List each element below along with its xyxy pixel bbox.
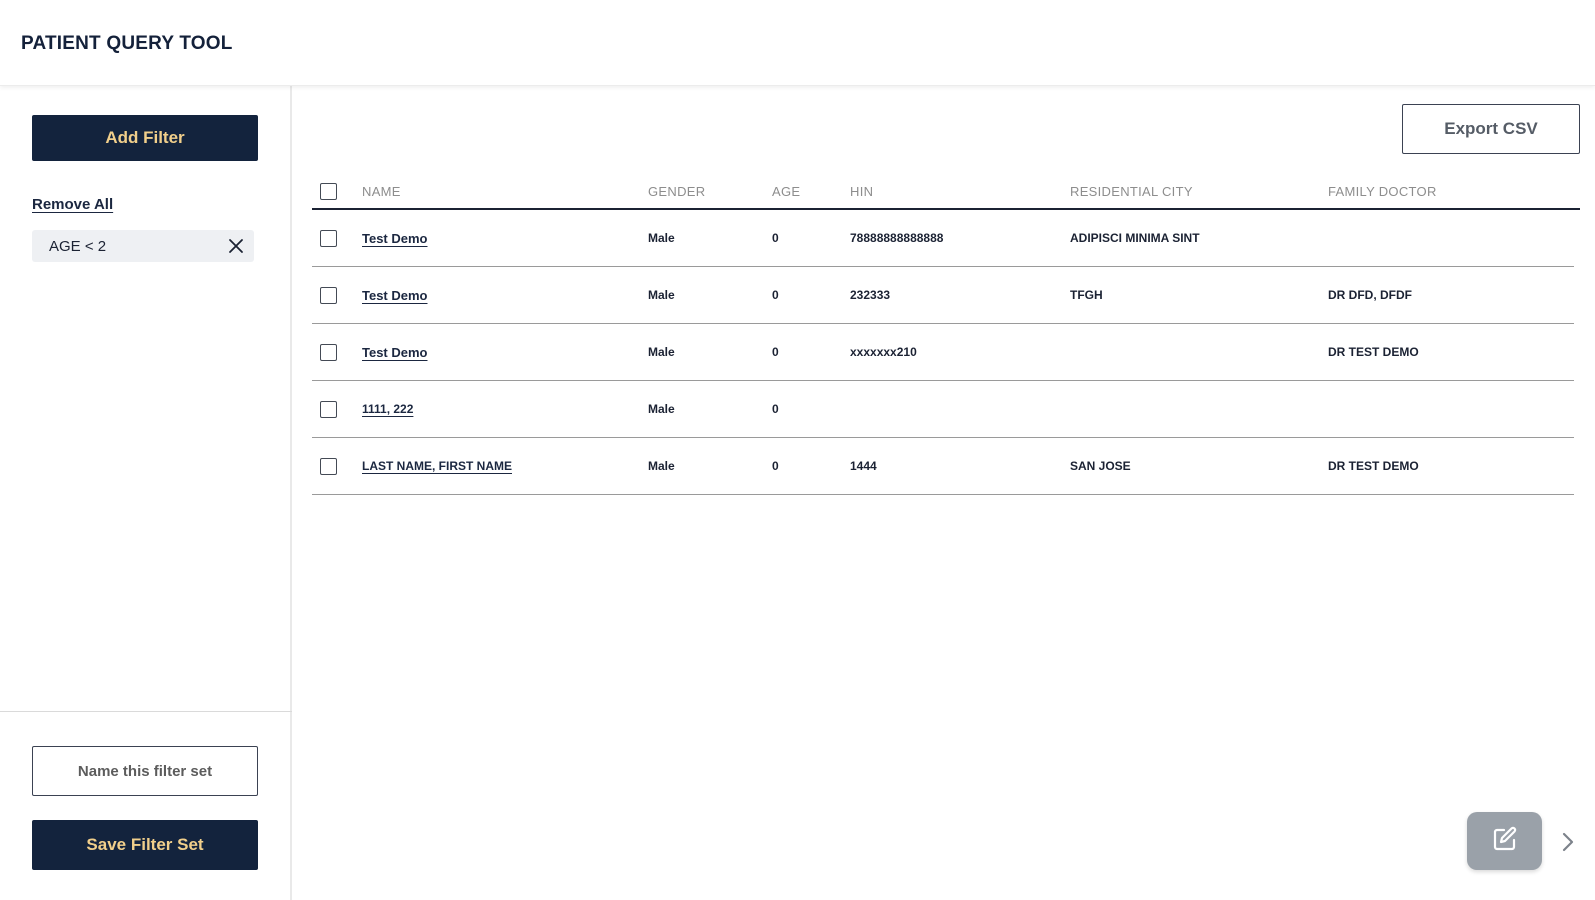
row-checkbox-cell xyxy=(320,438,337,494)
doctor-cell: DR TEST DEMO xyxy=(1328,345,1419,359)
hin-cell: xxxxxxx210 xyxy=(850,345,917,359)
page-title: PATIENT QUERY TOOL xyxy=(21,33,233,54)
patient-name-link[interactable]: Test Demo xyxy=(362,345,428,360)
age-cell: 0 xyxy=(772,459,779,473)
table-row: Test Demo Male 0 xxxxxxx210 DR TEST DEMO xyxy=(312,324,1574,381)
edit-icon xyxy=(1490,824,1520,859)
hin-cell: 232333 xyxy=(850,288,891,302)
row-checkbox-cell xyxy=(320,381,337,437)
row-checkbox[interactable] xyxy=(320,400,337,418)
filter-chip: AGE < 2 xyxy=(32,230,254,262)
name-cell: 1111, 222 xyxy=(362,381,413,437)
hin-cell: 78888888888888 xyxy=(850,231,944,245)
header-checkbox-cell xyxy=(320,176,337,206)
age-cell: 0 xyxy=(772,345,779,359)
results-panel: Export CSV NAME GENDER AGE HIN RESIDENTI… xyxy=(292,86,1595,900)
sidebar-divider xyxy=(0,711,292,712)
doctor-cell: DR DFD, DFDF xyxy=(1328,288,1412,302)
doctor-cell: DR TEST DEMO xyxy=(1328,459,1419,473)
gender-cell: Male xyxy=(648,345,675,359)
column-header-family-doctor[interactable]: FAMILY DOCTOR xyxy=(1328,176,1437,206)
row-checkbox[interactable] xyxy=(320,343,337,361)
table-row: LAST NAME, FIRST NAME Male 0 1444 SAN JO… xyxy=(312,438,1574,495)
row-checkbox[interactable] xyxy=(320,286,337,304)
column-header-gender[interactable]: GENDER xyxy=(648,176,705,206)
hin-cell: 1444 xyxy=(850,459,877,473)
remove-all-link[interactable]: Remove All xyxy=(32,196,113,213)
chevron-right-icon[interactable] xyxy=(1557,829,1579,855)
edit-button[interactable] xyxy=(1467,812,1542,870)
column-header-hin[interactable]: HIN xyxy=(850,176,873,206)
age-cell: 0 xyxy=(772,288,779,302)
column-header-name[interactable]: NAME xyxy=(362,176,401,206)
row-checkbox-cell xyxy=(320,324,337,380)
save-filter-set-button[interactable]: Save Filter Set xyxy=(32,820,258,870)
select-all-checkbox[interactable] xyxy=(320,182,337,200)
gender-cell: Male xyxy=(648,288,675,302)
patient-table: NAME GENDER AGE HIN RESIDENTIAL CITY FAM… xyxy=(312,176,1580,495)
gender-cell: Male xyxy=(648,231,675,245)
city-cell: SAN JOSE xyxy=(1070,459,1131,473)
name-cell: Test Demo xyxy=(362,267,428,323)
filter-chip-label: AGE < 2 xyxy=(49,237,107,255)
table-row: Test Demo Male 0 78888888888888 ADIPISCI… xyxy=(312,210,1574,267)
name-cell: LAST NAME, FIRST NAME xyxy=(362,438,512,494)
app-header: PATIENT QUERY TOOL xyxy=(0,0,1595,86)
close-icon[interactable] xyxy=(227,237,245,255)
age-cell: 0 xyxy=(772,231,779,245)
app-root: PATIENT QUERY TOOL Add Filter Remove All… xyxy=(0,0,1595,900)
row-checkbox-cell xyxy=(320,267,337,323)
patient-name-link[interactable]: LAST NAME, FIRST NAME xyxy=(362,459,512,473)
city-cell: TFGH xyxy=(1070,288,1103,302)
name-cell: Test Demo xyxy=(362,210,428,266)
gender-cell: Male xyxy=(648,402,675,416)
table-row: Test Demo Male 0 232333 TFGH DR DFD, DFD… xyxy=(312,267,1574,324)
city-cell: ADIPISCI MINIMA SINT xyxy=(1070,231,1200,245)
filter-sidebar: Add Filter Remove All AGE < 2 Save Filte… xyxy=(0,86,292,900)
export-csv-button[interactable]: Export CSV xyxy=(1402,104,1580,154)
patient-name-link[interactable]: 1111, 222 xyxy=(362,402,413,416)
table-row: 1111, 222 Male 0 xyxy=(312,381,1574,438)
filter-set-name-input[interactable] xyxy=(32,746,258,796)
gender-cell: Male xyxy=(648,459,675,473)
age-cell: 0 xyxy=(772,402,779,416)
row-checkbox-cell xyxy=(320,210,337,266)
add-filter-button[interactable]: Add Filter xyxy=(32,115,258,161)
patient-name-link[interactable]: Test Demo xyxy=(362,288,428,303)
column-header-age[interactable]: AGE xyxy=(772,176,800,206)
name-cell: Test Demo xyxy=(362,324,428,380)
patient-name-link[interactable]: Test Demo xyxy=(362,231,428,246)
row-checkbox[interactable] xyxy=(320,229,337,247)
column-header-residential-city[interactable]: RESIDENTIAL CITY xyxy=(1070,176,1193,206)
row-checkbox[interactable] xyxy=(320,457,337,475)
table-header: NAME GENDER AGE HIN RESIDENTIAL CITY FAM… xyxy=(312,176,1580,210)
